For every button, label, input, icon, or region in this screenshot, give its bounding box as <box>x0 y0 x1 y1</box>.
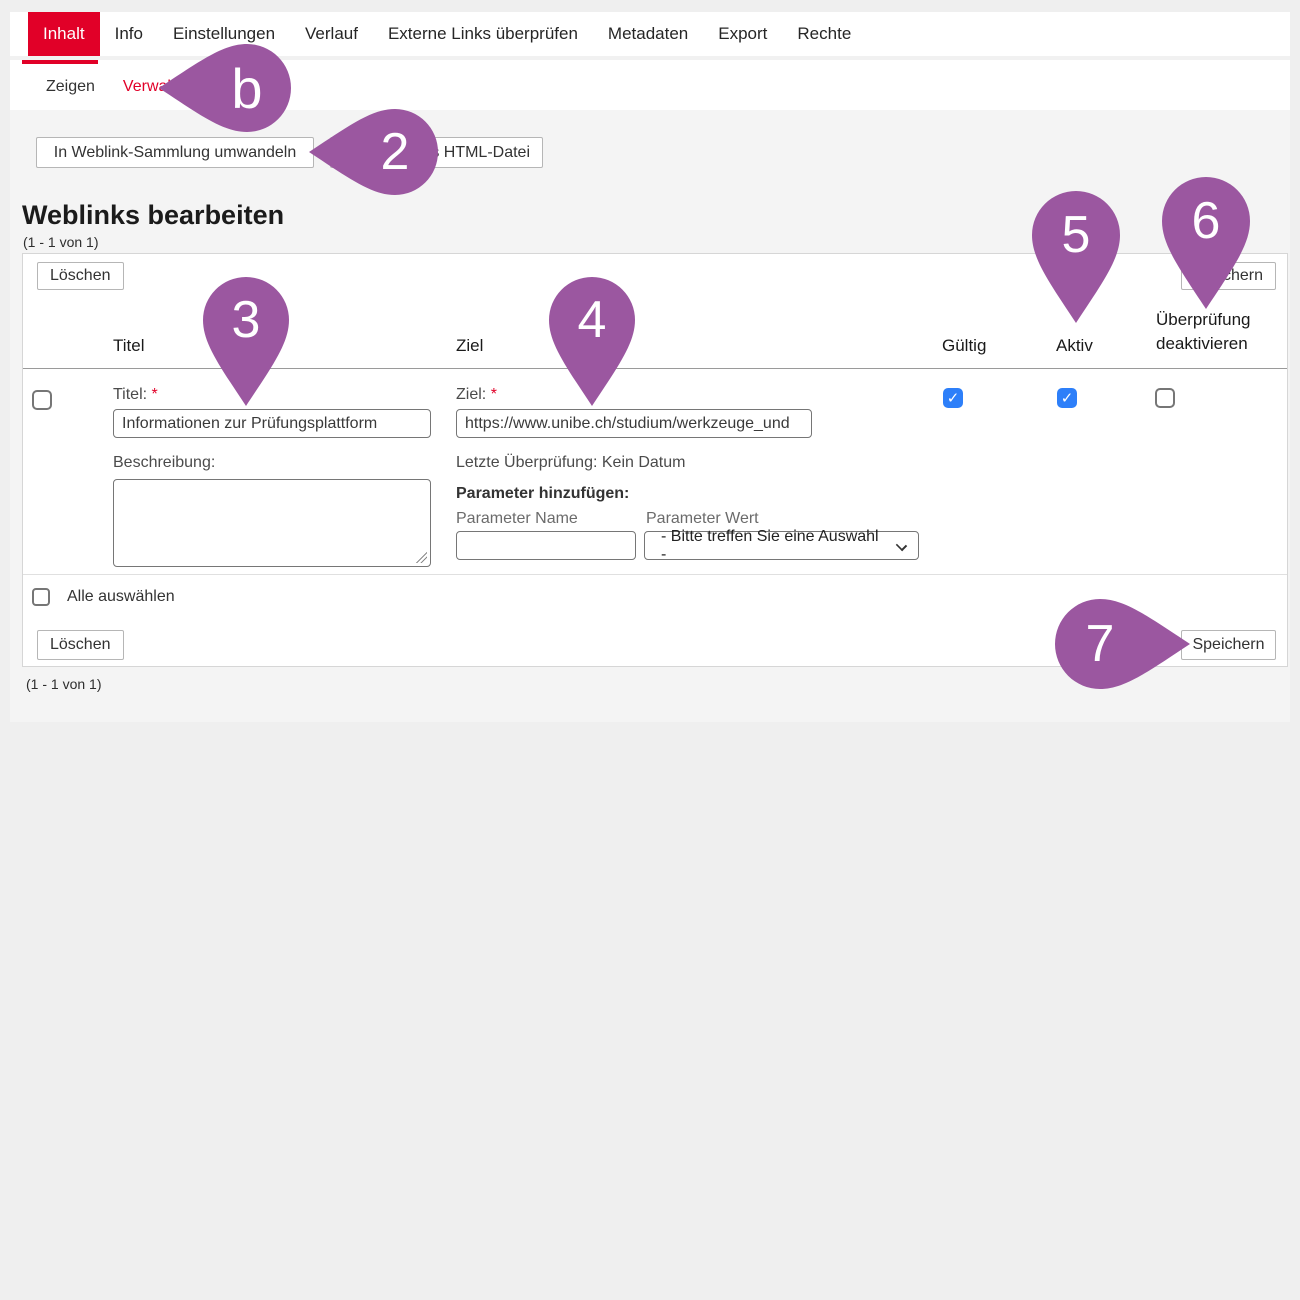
row-divider <box>23 574 1287 575</box>
parameter-hinzufuegen-header: Parameter hinzufügen: <box>456 485 629 503</box>
titel-label-text: Titel: <box>113 386 147 403</box>
titel-required-mark: * <box>152 386 158 403</box>
check-icon: ✓ <box>1061 389 1074 407</box>
parameter-wert-select[interactable]: - Bitte treffen Sie eine Auswahl - <box>644 531 919 560</box>
tab-inhalt[interactable]: Inhalt <box>28 12 100 56</box>
tab-export[interactable]: Export <box>703 12 782 56</box>
column-header-titel: Titel <box>113 336 145 356</box>
check-icon: ✓ <box>947 389 960 407</box>
weblinks-table: Löschen chern Titel Ziel Gültig Aktiv Üb… <box>22 253 1288 667</box>
result-range-top: (1 - 1 von 1) <box>23 234 98 250</box>
tab-verlauf[interactable]: Verlauf <box>290 12 373 56</box>
beschreibung-textarea[interactable] <box>113 479 431 567</box>
select-all-label: Alle auswählen <box>67 588 175 606</box>
result-range-bottom: (1 - 1 von 1) <box>26 676 101 692</box>
titel-field-label: Titel: * <box>113 386 158 404</box>
parameter-name-label: Parameter Name <box>456 510 578 528</box>
select-all-checkbox[interactable] <box>32 588 50 606</box>
convert-to-weblink-collection-button[interactable]: In Weblink-Sammlung umwandeln <box>36 137 314 168</box>
ueberpruefung-deaktivieren-checkbox[interactable] <box>1155 388 1175 408</box>
save-button-bottom[interactable]: Speichern <box>1181 630 1276 660</box>
tab-info[interactable]: Info <box>100 12 158 56</box>
parameter-wert-select-value: - Bitte treffen Sie eine Auswahl - <box>661 528 888 564</box>
column-header-gueltig: Gültig <box>942 336 986 356</box>
header-divider <box>23 368 1287 369</box>
ziel-input[interactable] <box>456 409 812 438</box>
save-button-top[interactable]: chern <box>1181 262 1276 290</box>
row-select-checkbox[interactable] <box>32 390 52 410</box>
letzte-ueberpruefung-text: Letzte Überprüfung: Kein Datum <box>456 454 685 472</box>
chevron-down-icon <box>896 540 907 551</box>
gueltig-checkbox[interactable]: ✓ <box>943 388 963 408</box>
main-tabbar: Inhalt Info Einstellungen Verlauf Extern… <box>10 12 1290 60</box>
parameter-wert-label: Parameter Wert <box>646 510 759 528</box>
ziel-field-label: Ziel: * <box>456 386 497 404</box>
delete-button-top[interactable]: Löschen <box>37 262 124 290</box>
sub-tabbar: Zeigen Verwalten <box>10 64 1290 110</box>
aktiv-checkbox[interactable]: ✓ <box>1057 388 1077 408</box>
save-as-html-file-button[interactable]: s HTML-Datei <box>330 137 543 168</box>
parameter-name-input[interactable] <box>456 531 636 560</box>
ziel-required-mark: * <box>491 386 497 403</box>
ziel-label-text: Ziel: <box>456 386 486 403</box>
column-header-ziel: Ziel <box>456 336 483 356</box>
beschreibung-label: Beschreibung: <box>113 454 215 472</box>
tab-externe-links[interactable]: Externe Links überprüfen <box>373 12 593 56</box>
column-header-aktiv: Aktiv <box>1056 336 1093 356</box>
delete-button-bottom[interactable]: Löschen <box>37 630 124 660</box>
subtab-verwalten[interactable]: Verwalten <box>123 78 193 96</box>
column-header-ueberpruefung-deaktivieren: Überprüfung deaktivieren <box>1156 308 1286 356</box>
tab-metadaten[interactable]: Metadaten <box>593 12 703 56</box>
page: Inhalt Info Einstellungen Verlauf Extern… <box>0 0 1300 1300</box>
resize-grip-icon[interactable] <box>416 552 427 563</box>
tab-einstellungen[interactable]: Einstellungen <box>158 12 290 56</box>
page-title: Weblinks bearbeiten <box>22 200 284 231</box>
tab-rechte[interactable]: Rechte <box>782 12 866 56</box>
subtab-zeigen[interactable]: Zeigen <box>46 78 95 96</box>
titel-input[interactable] <box>113 409 431 438</box>
header-band: Inhalt Info Einstellungen Verlauf Extern… <box>10 12 1290 110</box>
